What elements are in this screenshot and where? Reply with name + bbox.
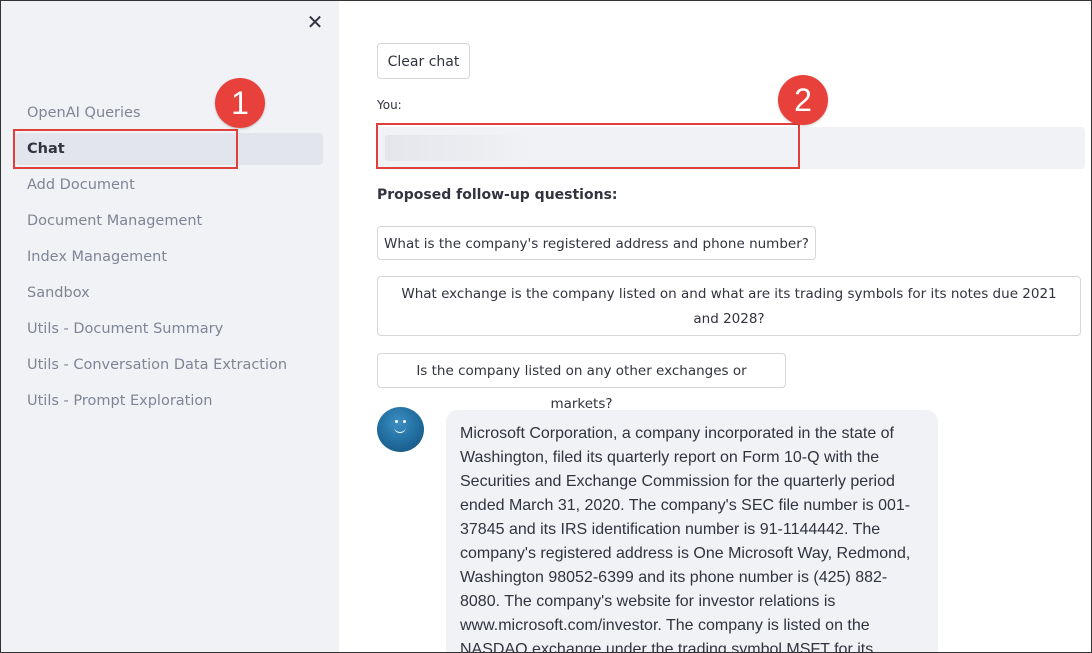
sidebar-item-prompt-exploration[interactable]: Utils - Prompt Exploration	[15, 385, 323, 417]
sidebar-item-add-document[interactable]: Add Document	[15, 169, 323, 201]
sidebar-item-conversation-data-extraction[interactable]: Utils - Conversation Data Extraction	[15, 349, 323, 381]
sidebar-item-document-summary[interactable]: Utils - Document Summary	[15, 313, 323, 345]
sidebar: ✕ OpenAI Queries Chat Add Document Docum…	[1, 1, 339, 652]
highlight-box-chat	[13, 129, 238, 169]
main-content: Clear chat You: Proposed follow-up quest…	[339, 1, 1091, 652]
highlight-box-input	[376, 123, 800, 169]
sidebar-item-document-management[interactable]: Document Management	[15, 205, 323, 237]
followup-question-button[interactable]: What is the company's registered address…	[377, 226, 816, 260]
sidebar-item-sandbox[interactable]: Sandbox	[15, 277, 323, 309]
close-icon[interactable]: ✕	[305, 12, 325, 32]
followups-heading: Proposed follow-up questions:	[377, 187, 618, 203]
followup-question-button[interactable]: What exchange is the company listed on a…	[377, 276, 1081, 336]
sidebar-item-index-management[interactable]: Index Management	[15, 241, 323, 273]
step-badge-1: 1	[215, 78, 265, 128]
followup-question-button[interactable]: Is the company listed on any other excha…	[377, 353, 786, 412]
sidebar-item-openai-queries[interactable]: OpenAI Queries	[15, 97, 323, 129]
clear-chat-button[interactable]: Clear chat	[377, 43, 470, 79]
bot-message: Microsoft Corporation, a company incorpo…	[446, 410, 938, 652]
app-window: ✕ OpenAI Queries Chat Add Document Docum…	[0, 0, 1092, 653]
bot-avatar-icon	[377, 407, 424, 452]
input-label: You:	[377, 98, 402, 112]
step-badge-2: 2	[778, 75, 828, 125]
